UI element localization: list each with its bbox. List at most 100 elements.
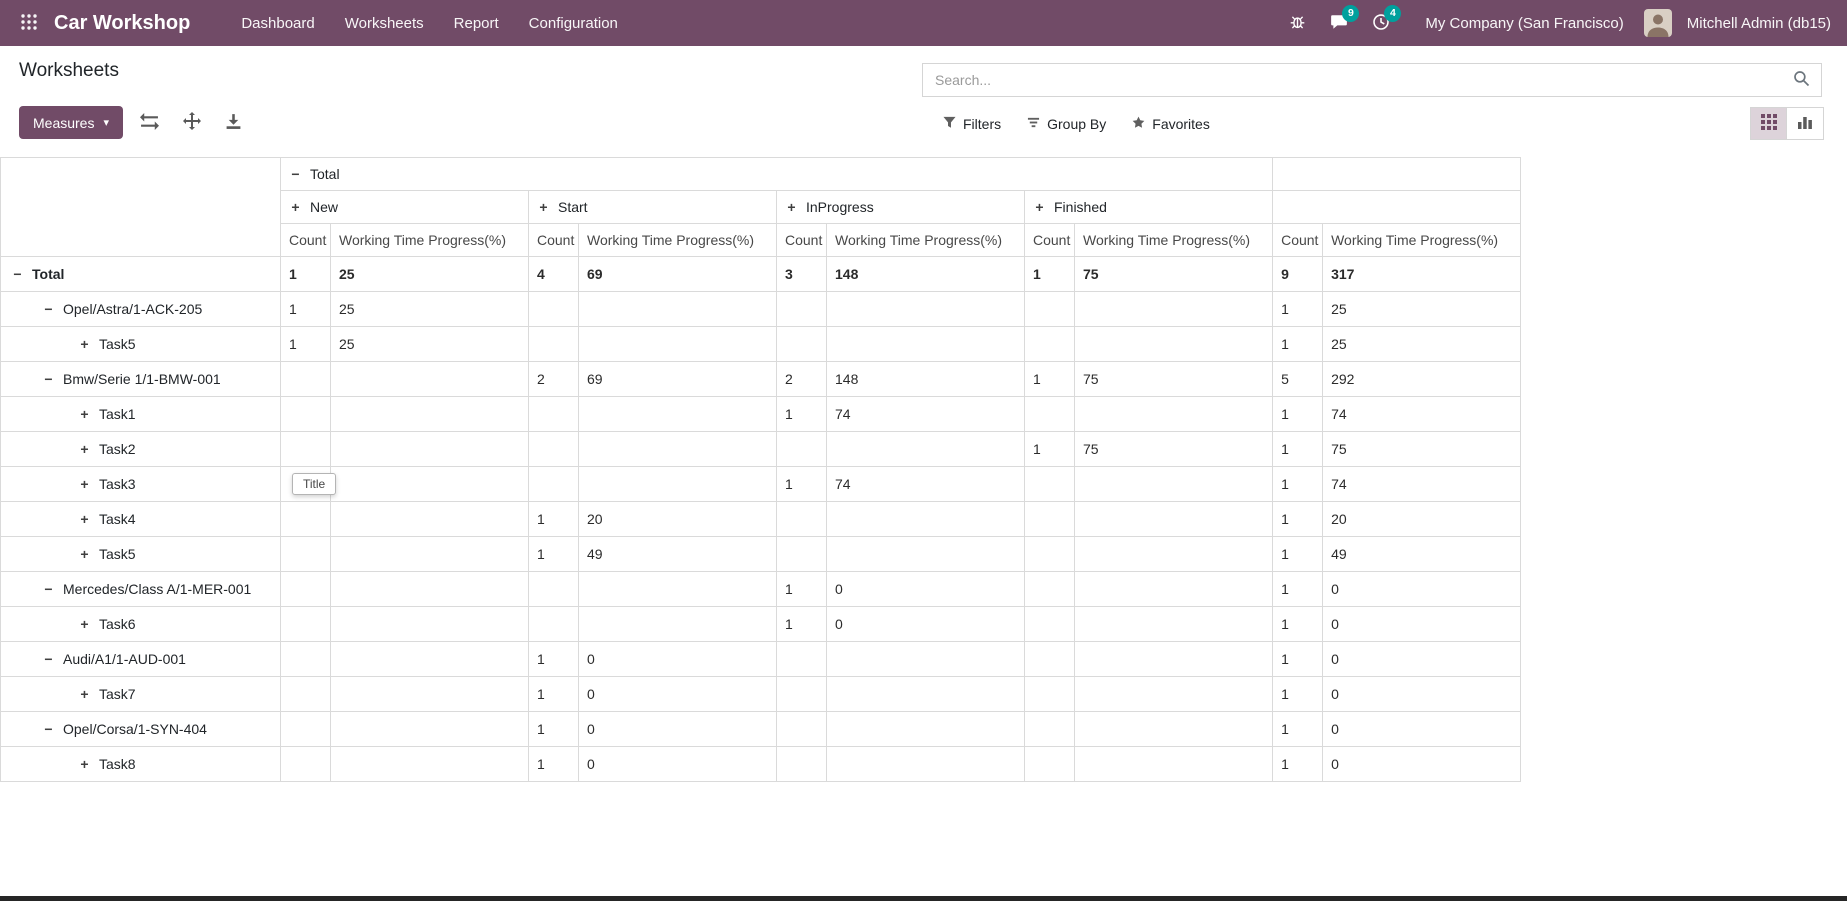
collapse-icon[interactable]: − [42, 651, 55, 667]
column-header-inprogress[interactable]: +InProgress [777, 191, 1025, 224]
menu-configuration[interactable]: Configuration [514, 0, 633, 46]
measures-button[interactable]: Measures ▾ [19, 106, 123, 139]
bug-icon [1289, 13, 1306, 33]
expand-icon[interactable]: + [78, 511, 91, 527]
measure-header-progress[interactable]: Working Time Progress(%) [1075, 224, 1273, 257]
pivot-cell: 1 [529, 712, 579, 747]
pivot-row: +Task81010 [1, 747, 1521, 782]
collapse-icon[interactable]: − [289, 166, 302, 182]
bar-chart-icon [1797, 114, 1813, 133]
pivot-cell: 25 [1323, 327, 1521, 362]
menu-dashboard[interactable]: Dashboard [226, 0, 329, 46]
menu-report[interactable]: Report [439, 0, 514, 46]
pivot-row-header[interactable]: −Opel/Corsa/1-SYN-404 [1, 712, 281, 747]
apps-menu-button[interactable] [8, 5, 50, 42]
pivot-cell [777, 327, 827, 362]
pivot-cell: 1 [1025, 362, 1075, 397]
download-xlsx-button[interactable] [218, 108, 249, 138]
search-button[interactable] [1782, 70, 1821, 90]
expand-all-button[interactable] [176, 107, 208, 138]
graph-view-button[interactable] [1787, 107, 1824, 140]
filters-button[interactable]: Filters [930, 107, 1014, 140]
menu-worksheets[interactable]: Worksheets [330, 0, 439, 46]
measure-header-count[interactable]: Count [281, 224, 331, 257]
company-switcher[interactable]: My Company (San Francisco) [1425, 15, 1623, 32]
expand-icon[interactable]: + [78, 546, 91, 562]
measure-header-progress[interactable]: Working Time Progress(%) [1323, 224, 1521, 257]
measure-header-count[interactable]: Count [529, 224, 579, 257]
pivot-row-header[interactable]: +Task4 [1, 502, 281, 537]
pivot-cell: 0 [579, 712, 777, 747]
measure-header-progress[interactable]: Working Time Progress(%) [579, 224, 777, 257]
pivot-cell [827, 502, 1025, 537]
pivot-row-header[interactable]: +Task2 [1, 432, 281, 467]
column-header-total[interactable]: −Total [281, 158, 1273, 191]
expand-icon[interactable]: + [78, 686, 91, 702]
pivot-row-header[interactable]: +Task3 [1, 467, 281, 502]
pivot-row-header[interactable]: −Bmw/Serie 1/1-BMW-001 [1, 362, 281, 397]
pivot-row-header[interactable]: +Task5 [1, 537, 281, 572]
column-header-finished[interactable]: +Finished [1025, 191, 1273, 224]
messages-button[interactable]: 9 [1321, 7, 1357, 40]
pivot-cell [529, 467, 579, 502]
pivot-cell: 1 [777, 607, 827, 642]
main-menu: Dashboard Worksheets Report Configuratio… [226, 0, 633, 46]
caret-down-icon: ▾ [103, 116, 109, 129]
group-by-button[interactable]: Group By [1014, 107, 1119, 140]
collapse-icon[interactable]: − [42, 721, 55, 737]
measure-header-progress[interactable]: Working Time Progress(%) [331, 224, 529, 257]
pivot-row-header[interactable]: −Mercedes/Class A/1-MER-001 [1, 572, 281, 607]
expand-icon[interactable]: + [289, 199, 302, 215]
flip-axis-button[interactable] [133, 108, 166, 138]
expand-icon[interactable]: + [78, 756, 91, 772]
measure-header-count[interactable]: Count [777, 224, 827, 257]
expand-icon[interactable]: + [78, 441, 91, 457]
activities-button[interactable]: 4 [1363, 7, 1399, 40]
measure-header-count[interactable]: Count [1273, 224, 1323, 257]
pivot-table: −Total +New +Start +InProgress +Fin [0, 157, 1521, 782]
pivot-cell [1025, 677, 1075, 712]
pivot-cell [1075, 397, 1273, 432]
pivot-cell: 0 [579, 642, 777, 677]
expand-icon[interactable]: + [1033, 199, 1046, 215]
expand-icon[interactable]: + [78, 476, 91, 492]
pivot-row-header[interactable]: −Total [1, 257, 281, 292]
avatar[interactable] [1644, 9, 1672, 37]
collapse-icon[interactable]: − [42, 581, 55, 597]
download-icon [225, 113, 242, 133]
expand-icon[interactable]: + [78, 616, 91, 632]
favorites-button[interactable]: Favorites [1119, 107, 1223, 140]
expand-icon[interactable]: + [537, 199, 550, 215]
user-menu[interactable]: Mitchell Admin (db15) [1687, 15, 1831, 32]
pivot-cell: 1 [1273, 537, 1323, 572]
pivot-cell: 69 [579, 362, 777, 397]
pivot-row-header[interactable]: −Opel/Astra/1-ACK-205 [1, 292, 281, 327]
apps-grid-icon [20, 13, 38, 34]
expand-icon[interactable]: + [78, 406, 91, 422]
pivot-row-header[interactable]: +Task7 [1, 677, 281, 712]
pivot-row-header[interactable]: +Task5 [1, 327, 281, 362]
expand-icon[interactable]: + [785, 199, 798, 215]
pivot-row-header[interactable]: +Task8 [1, 747, 281, 782]
pivot-cell: 0 [1323, 607, 1521, 642]
column-header-start[interactable]: +Start [529, 191, 777, 224]
measure-header-progress[interactable]: Working Time Progress(%) [827, 224, 1025, 257]
app-name[interactable]: Car Workshop [54, 12, 190, 35]
search-input[interactable] [923, 64, 1782, 96]
measure-header-count[interactable]: Count [1025, 224, 1075, 257]
pivot-row-header[interactable]: +Task6 [1, 607, 281, 642]
pivot-cell: 20 [579, 502, 777, 537]
collapse-icon[interactable]: − [11, 266, 24, 282]
column-header-new[interactable]: +New [281, 191, 529, 224]
pivot-view-button[interactable] [1750, 107, 1787, 140]
pivot-cell [827, 677, 1025, 712]
collapse-icon[interactable]: − [42, 301, 55, 317]
expand-icon[interactable]: + [78, 336, 91, 352]
pivot-row: −Opel/Corsa/1-SYN-4041010 [1, 712, 1521, 747]
pivot-cell: 1 [1273, 397, 1323, 432]
pivot-row-header[interactable]: +Task1 [1, 397, 281, 432]
debug-button[interactable] [1280, 7, 1315, 39]
pivot-row-header[interactable]: −Audi/A1/1-AUD-001 [1, 642, 281, 677]
pivot-cell [331, 467, 529, 502]
collapse-icon[interactable]: − [42, 371, 55, 387]
